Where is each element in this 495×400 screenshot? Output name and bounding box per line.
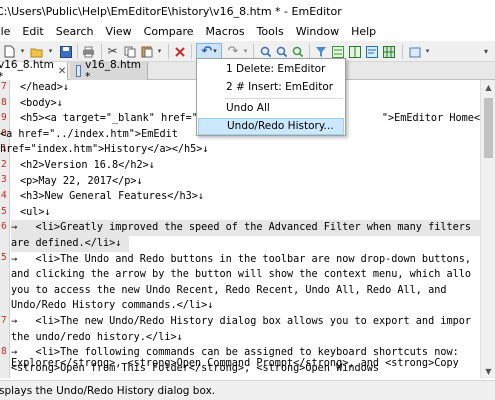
code-line[interactable]: Explorer</strong>, <strong>Open Command … — [11, 356, 480, 372]
line-number: 6 — [1, 221, 7, 232]
open-folder-icon[interactable] — [29, 43, 45, 60]
document-icon — [76, 65, 82, 77]
scrollbar-thumb[interactable] — [484, 98, 493, 158]
menu-separator — [225, 98, 343, 99]
outline-icon[interactable] — [364, 43, 379, 60]
code-line-highlighted[interactable]: → <li>Greatly improved the speed of the … — [11, 220, 480, 236]
line-number: 4 — [1, 190, 7, 201]
window-title: C:\Users\Public\Help\EmEditorE\history\v… — [0, 4, 342, 18]
code-line[interactable]: → <li>The new Undo/Redo History dialog b… — [11, 314, 471, 330]
paste-icon[interactable] — [139, 43, 154, 60]
undo-menu-item-delete[interactable]: 1 Delete: EmEditor — [198, 61, 344, 78]
toolbar-overflow-icon[interactable]: ▾ — [480, 43, 492, 60]
code-line[interactable]: and clicking the arrow by the button wil… — [11, 267, 471, 283]
chevron-down-icon[interactable]: ▾ — [423, 43, 432, 60]
line-number: 9 — [1, 112, 7, 123]
code-line-highlighted[interactable]: are defined.</li>↓ — [11, 236, 129, 252]
line-number: 7 — [1, 81, 7, 92]
line-number: 2 — [1, 159, 7, 170]
code-line[interactable]: href="index.htm">History</a></h5>↓ — [0, 142, 460, 158]
menu-view[interactable]: View — [100, 22, 138, 41]
code-line[interactable]: <p>May 22, 2017</p>↓ — [20, 174, 480, 190]
copy-icon[interactable] — [122, 43, 137, 60]
menu-compare[interactable]: Compare — [138, 22, 200, 41]
chevron-down-icon[interactable]: ▾ — [155, 43, 164, 60]
chevron-down-icon[interactable]: ▾ — [46, 43, 55, 60]
chevron-down-icon[interactable]: ▾ — [18, 43, 27, 60]
scroll-up-icon[interactable]: ▲ — [481, 80, 495, 94]
menu-tools[interactable]: Tools — [251, 22, 290, 41]
title-bar: C:\Users\Public\Help\EmEditorE\history\v… — [0, 0, 495, 22]
delete-icon[interactable] — [172, 43, 187, 60]
line-number: 7 — [1, 315, 7, 326]
grid-icon[interactable] — [381, 43, 396, 60]
cut-icon[interactable]: ✂ — [105, 43, 120, 60]
menu-file[interactable]: File — [0, 22, 16, 41]
split-icon[interactable] — [347, 43, 362, 60]
undo-redo-history-menu-item[interactable]: Undo/Redo History... — [198, 118, 344, 135]
code-line[interactable]: the undo/redo history.</li>↓ — [11, 330, 471, 346]
line-number: 8 — [1, 97, 7, 108]
menu-edit[interactable]: Edit — [16, 22, 49, 41]
menu-window[interactable]: Window — [290, 22, 345, 41]
undo-menu-item-insert[interactable]: 2 # Insert: EmEditor — [198, 79, 344, 96]
line-number: 8 — [1, 346, 7, 357]
new-file-icon[interactable] — [2, 43, 16, 60]
tab-v16-8-active[interactable]: v16_8.htm * ✕ — [0, 59, 68, 83]
code-line[interactable]: <h3>New General Features</h3>↓ — [20, 189, 480, 205]
scroll-down-icon[interactable]: ▼ — [481, 364, 495, 378]
undo-all-menu-item[interactable]: Undo All — [198, 100, 344, 117]
code-line[interactable]: Undo/Redo History commands.</li>↓ — [11, 298, 471, 314]
menu-bar: File Edit Search View Compare Macros Too… — [0, 22, 495, 41]
close-icon[interactable]: ✕ — [58, 66, 66, 77]
line-number: 5 — [1, 252, 7, 263]
menu-help[interactable]: Help — [345, 22, 382, 41]
code-line[interactable]: <h2>Version 16.8</h2>↓ — [20, 158, 480, 174]
line-number: 5 — [1, 206, 7, 217]
tab-v16-8[interactable]: v16_8.htm * — [70, 59, 148, 83]
menu-search[interactable]: Search — [50, 22, 100, 41]
menu-macros[interactable]: Macros — [200, 22, 251, 41]
line-number: 3 — [1, 174, 7, 185]
code-line[interactable]: → <li>The Undo and Redo buttons in the t… — [11, 252, 471, 268]
code-line[interactable]: <ul>↓ — [20, 205, 480, 221]
print-icon[interactable] — [81, 43, 96, 60]
status-text: Displays the Undo/Redo History dialog bo… — [0, 384, 216, 397]
code-line[interactable]: you to access the new Undo Recent, Redo … — [11, 283, 471, 299]
vertical-scrollbar[interactable]: ▲ ▼ — [480, 80, 495, 378]
undo-dropdown-menu: 1 Delete: EmEditor 2 # Insert: EmEditor … — [196, 58, 346, 136]
status-bar: Displays the Undo/Redo History dialog bo… — [0, 380, 495, 400]
plugin-icon[interactable] — [407, 43, 422, 60]
save-icon[interactable] — [58, 43, 73, 60]
